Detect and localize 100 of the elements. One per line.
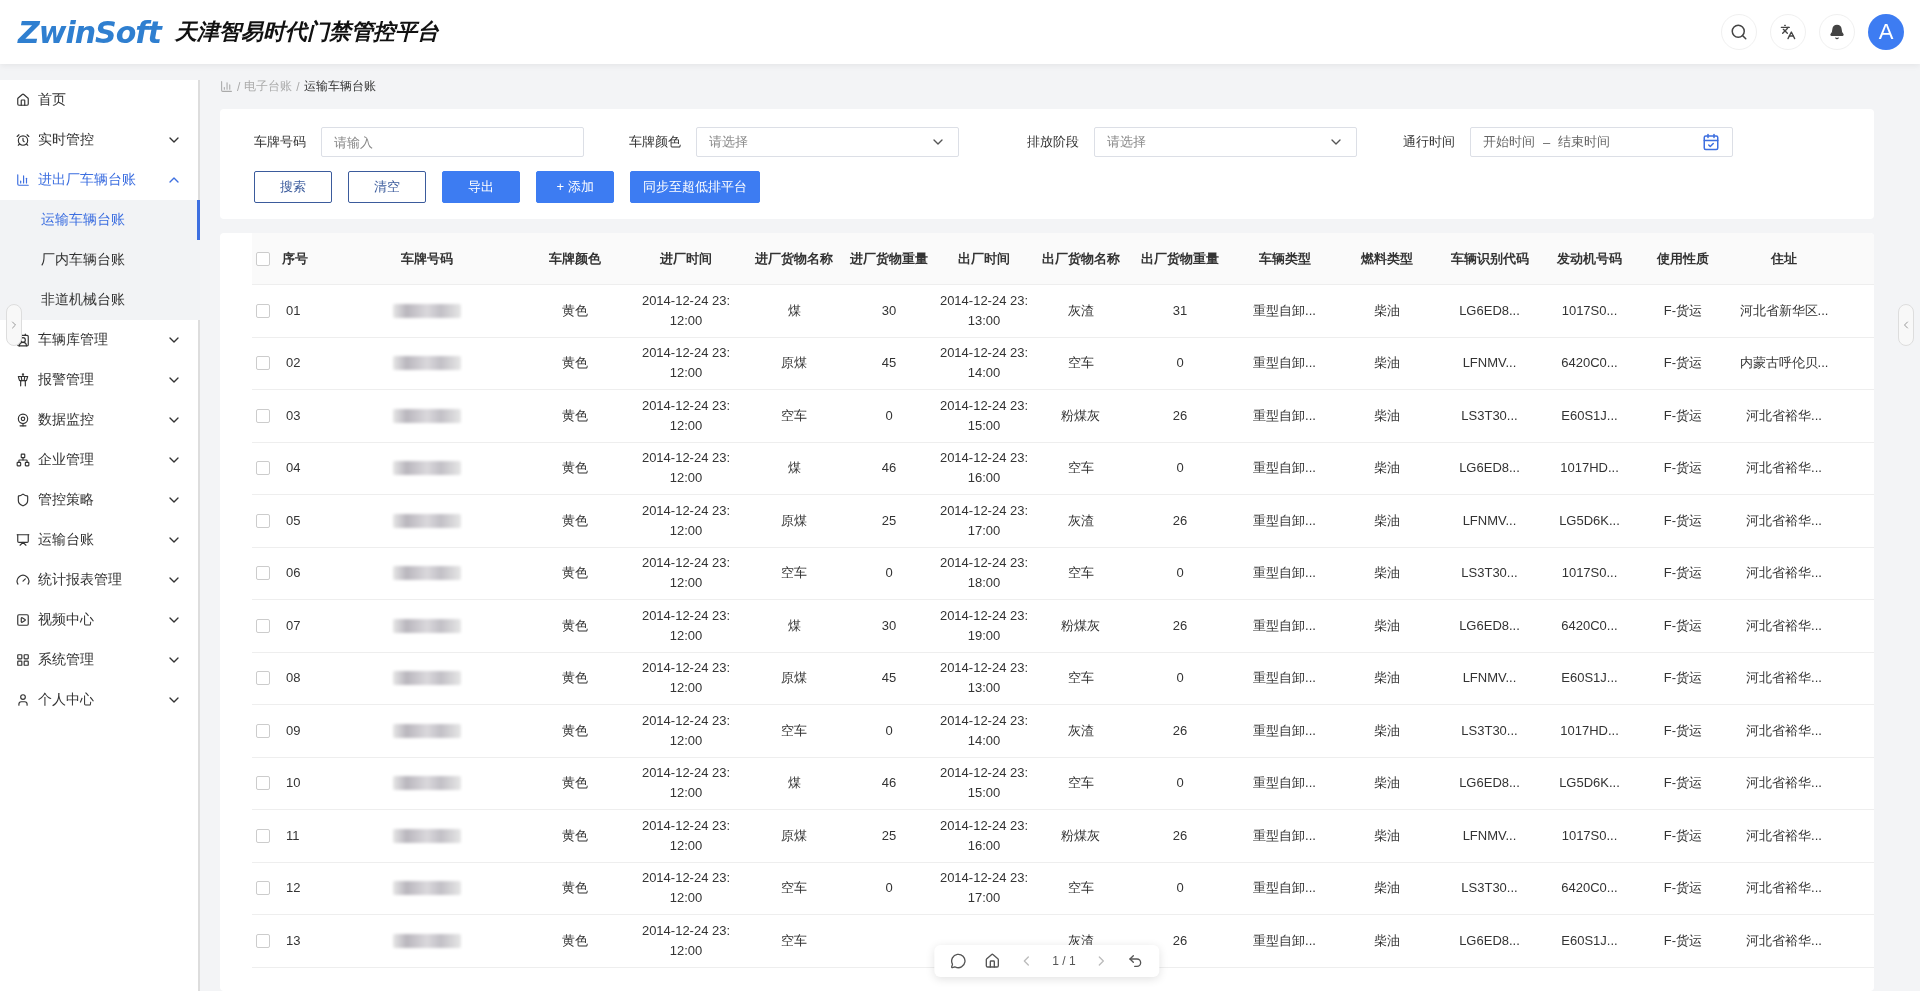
checkbox[interactable] [256, 776, 270, 791]
table-cell-text: 黄色 [560, 616, 589, 635]
table-cell-text: 重型自卸... [1252, 826, 1317, 845]
table-cell-text: 空车 [780, 931, 808, 950]
checkbox[interactable] [256, 566, 270, 581]
column-header: 车辆识别代码 [1449, 249, 1530, 268]
table-cell-text: 重型自卸... [1252, 406, 1317, 425]
checkbox[interactable] [256, 251, 270, 266]
action-button[interactable]: + 添加 [536, 171, 614, 203]
table-cell-text: F-货运 [1662, 826, 1704, 845]
checkbox[interactable] [256, 356, 270, 371]
sidebar-subitem[interactable]: 非道机械台账 [0, 280, 200, 320]
blurred-plate [393, 671, 461, 686]
breadcrumb-item[interactable]: 运输车辆台账 [303, 78, 376, 95]
table-cell-text: 河北省裕华... [1745, 669, 1823, 688]
table-cell-text: F-货运 [1662, 301, 1704, 320]
column-header: 进厂时间 [659, 249, 713, 268]
table-cell-text: 09 [285, 721, 302, 740]
sidebar-item[interactable]: 统计报表管理 [0, 560, 198, 600]
table-cell-text: 1017S0... [1560, 826, 1619, 845]
blurred-plate [393, 618, 461, 633]
expand-handle[interactable] [6, 304, 22, 346]
table-cell-text: LS3T30... [1460, 721, 1519, 740]
search-button[interactable] [1721, 14, 1757, 50]
table-cell-text: LS3T30... [1460, 406, 1519, 425]
checkbox[interactable] [256, 513, 270, 528]
checkbox[interactable] [256, 933, 270, 948]
column-header: 车牌号码 [400, 249, 454, 268]
translate-icon [1780, 24, 1796, 40]
table-cell-text: 31 [1171, 301, 1189, 320]
table-cell-text: 2014-12-24 23: 12:00 [640, 291, 732, 330]
action-button[interactable]: 导出 [442, 171, 520, 203]
table-cell-text: 03 [285, 406, 302, 425]
column-header: 车辆类型 [1257, 249, 1312, 268]
blurred-plate [393, 408, 461, 423]
undo-icon[interactable] [1127, 953, 1144, 969]
input-field[interactable]: 请输入 [321, 127, 584, 157]
table-cell-text: 柴油 [1373, 669, 1401, 688]
checkbox[interactable] [256, 461, 270, 476]
sidebar-item[interactable]: 实时管控 [0, 120, 198, 160]
checkbox[interactable] [256, 618, 270, 633]
sidebar-item[interactable]: 报警管理 [0, 360, 198, 400]
bell-button[interactable] [1819, 14, 1855, 50]
table-cell-text: 0 [1175, 669, 1185, 688]
sidebar-item[interactable]: 运输台账 [0, 520, 198, 560]
logo: ZwinSoft [18, 14, 161, 50]
table-cell-text: F-货运 [1662, 669, 1704, 688]
checkbox[interactable] [256, 408, 270, 423]
breadcrumb-item: / [237, 79, 241, 94]
select-field[interactable]: 请选择 [1094, 127, 1357, 157]
table-cell-text: 煤 [786, 459, 802, 478]
table-cell-text: 灰渣 [1066, 301, 1095, 320]
table-cell-text: 黄色 [560, 669, 589, 688]
home-icon[interactable] [984, 953, 1001, 969]
column-header: 住址 [1769, 249, 1798, 268]
sidebar-item[interactable]: 首页 [0, 80, 198, 120]
table-cell-text: 0 [884, 564, 894, 583]
table-cell-text: 黄色 [560, 301, 589, 320]
blurred-plate [393, 828, 461, 843]
sidebar-item[interactable]: 系统管理 [0, 640, 198, 680]
translate-button[interactable] [1770, 14, 1806, 50]
table-cell-text: 粉煤灰 [1060, 406, 1101, 425]
sidebar-item[interactable]: 视频中心 [0, 600, 198, 640]
table-cell-text: 30 [880, 301, 898, 320]
sidebar-subitem[interactable]: 厂内车辆台账 [0, 240, 200, 280]
column-header: 出厂货物名称 [1040, 249, 1121, 268]
checkbox[interactable] [256, 881, 270, 896]
blurred-plate [393, 723, 461, 738]
table-cell-text: 原煤 [780, 826, 808, 845]
table-cell-text: 黄色 [560, 564, 589, 583]
action-button[interactable]: 同步至超低排平台 [630, 171, 760, 203]
sidebar-item[interactable]: 管控策略 [0, 480, 198, 520]
table-cell-text: 空车 [1066, 669, 1095, 688]
table-cell-text: 2014-12-24 23: 12:00 [640, 554, 732, 593]
sidebar-item[interactable]: 个人中心 [0, 680, 198, 720]
checkbox[interactable] [256, 828, 270, 843]
table-cell-text: 2014-12-24 23: 13:00 [938, 291, 1030, 330]
date-range-field[interactable]: 开始时间 – 结束时间 [1470, 127, 1733, 157]
action-button[interactable]: 搜索 [254, 171, 332, 203]
table-cell-text: 河北省裕华... [1745, 774, 1823, 793]
sidebar-item[interactable]: 数据监控 [0, 400, 198, 440]
user-avatar[interactable]: A [1868, 14, 1904, 50]
checkbox[interactable] [256, 671, 270, 686]
table-cell-text: 2014-12-24 23: 12:00 [640, 869, 732, 908]
table-cell-text: 12 [285, 879, 302, 898]
select-field[interactable]: 请选择 [696, 127, 959, 157]
table-cell-text: F-货运 [1662, 616, 1704, 635]
checkbox[interactable] [256, 723, 270, 738]
home-icon [16, 93, 30, 107]
table-cell-text: 30 [880, 616, 898, 635]
sidebar-item[interactable]: 企业管理 [0, 440, 198, 480]
action-button[interactable]: 清空 [348, 171, 426, 203]
filter-label: 通行时间 [1403, 133, 1456, 151]
collapse-handle[interactable] [1898, 304, 1914, 346]
checkbox[interactable] [256, 303, 270, 318]
alarm-clock-icon [16, 133, 30, 147]
sidebar-subitem[interactable]: 运输车辆台账 [0, 200, 200, 240]
chat-icon[interactable] [950, 953, 967, 969]
table-cell-text: 07 [285, 616, 302, 635]
sidebar-item[interactable]: 进出厂车辆台账 [0, 160, 198, 200]
